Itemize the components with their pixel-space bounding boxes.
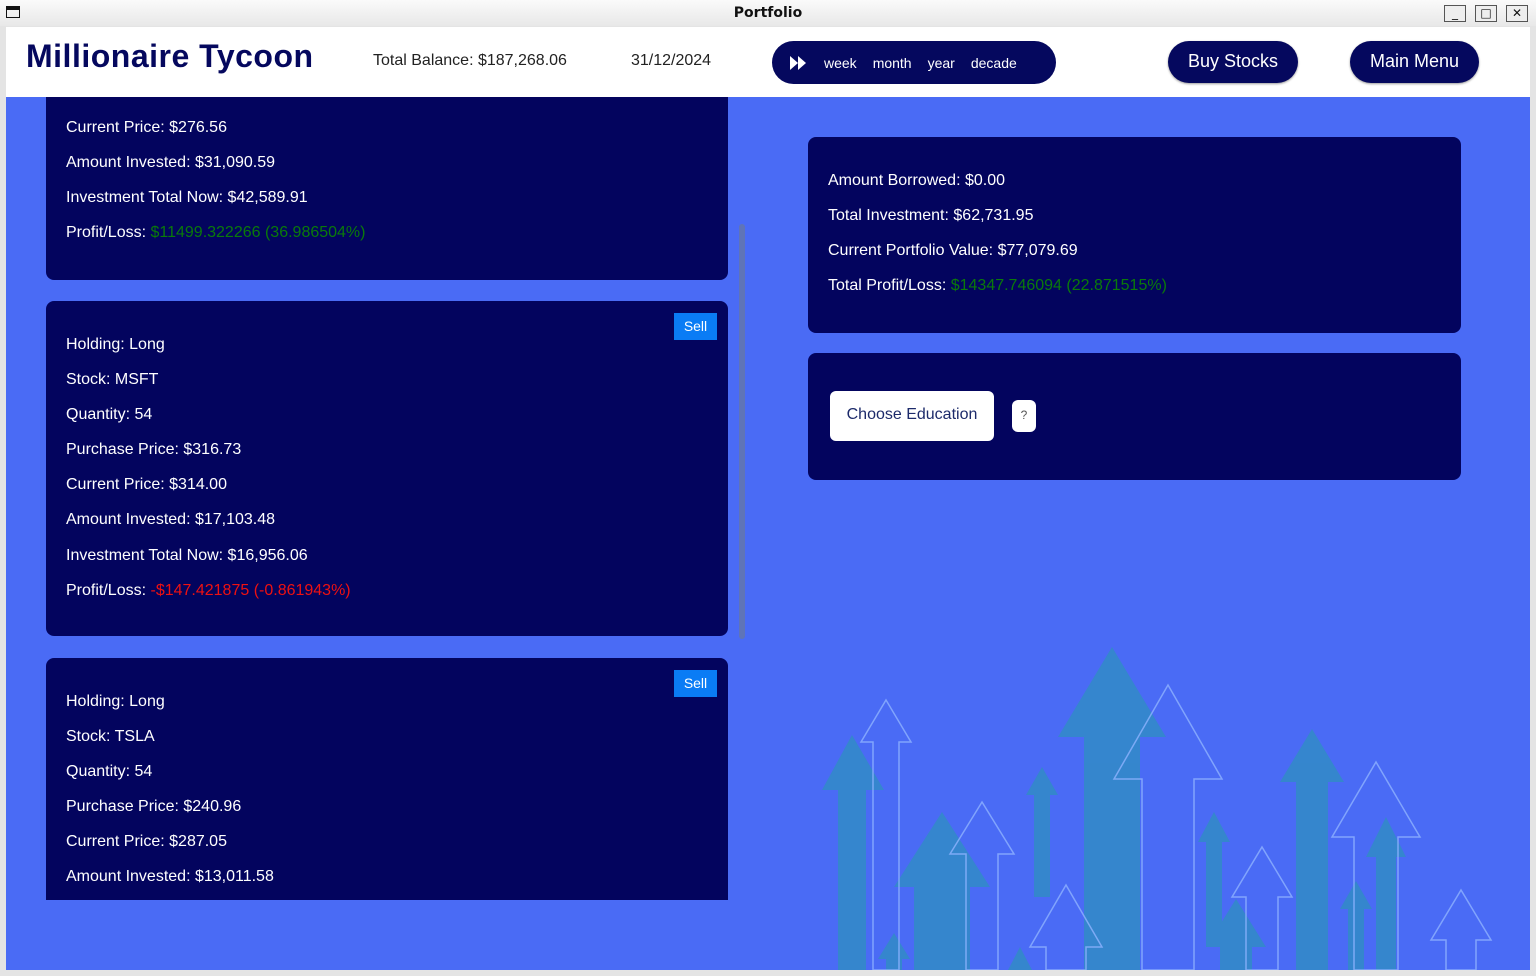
portfolio-main: Current Price: $276.56 Amount Invested: … bbox=[6, 97, 1530, 970]
total-profit-loss-value: $14347.746094 (22.871515%) bbox=[950, 277, 1167, 294]
portfolio-summary-card: Amount Borrowed: $0.00 Total Investment:… bbox=[808, 137, 1461, 333]
current-date: 31/12/2024 bbox=[631, 52, 712, 69]
sell-button[interactable]: Sell bbox=[674, 670, 717, 697]
app-header: Millionaire Tycoon Total Balance: $187,2… bbox=[6, 27, 1530, 97]
total-investment: Total Investment: $62,731.95 bbox=[828, 207, 1034, 224]
rising-arrows-illustration bbox=[822, 647, 1493, 970]
total-profit-loss-label: Total Profit/Loss: bbox=[828, 277, 951, 294]
holding-card: Current Price: $276.56 Amount Invested: … bbox=[46, 97, 728, 280]
profit-loss: Profit/Loss: $11499.322266 (36.986504%) bbox=[66, 224, 365, 242]
main-menu-button[interactable]: Main Menu bbox=[1350, 41, 1479, 83]
holding-card: Sell Holding: Long Stock: MSFT Quantity:… bbox=[46, 301, 728, 636]
current-portfolio-value: Current Portfolio Value: $77,079.69 bbox=[828, 242, 1078, 259]
holding-card: Sell Holding: Long Stock: TSLA Quantity:… bbox=[46, 658, 728, 900]
current-price: Current Price: $276.56 bbox=[66, 119, 227, 136]
amount-borrowed: Amount Borrowed: $0.00 bbox=[828, 172, 1005, 189]
investment-total-now: Investment Total Now: $16,956.06 bbox=[66, 547, 308, 564]
purchase-price: Purchase Price: $240.96 bbox=[66, 798, 242, 815]
speed-week-option[interactable]: week bbox=[824, 55, 857, 71]
profit-loss-label: Profit/Loss: bbox=[66, 582, 151, 599]
amount-invested: Amount Invested: $13,011.58 bbox=[66, 868, 274, 885]
profit-loss: Profit/Loss: -$147.421875 (-0.861943%) bbox=[66, 582, 351, 600]
amount-invested: Amount Invested: $17,103.48 bbox=[66, 511, 276, 528]
quantity: Quantity: 54 bbox=[66, 406, 153, 423]
time-speed-control: week month year decade bbox=[772, 41, 1056, 84]
fast-forward-icon[interactable] bbox=[790, 55, 808, 70]
quantity: Quantity: 54 bbox=[66, 763, 153, 780]
app-title: Millionaire Tycoon bbox=[26, 38, 314, 74]
total-balance: Total Balance: $187,268.06 bbox=[373, 52, 567, 69]
maximize-button[interactable]: □ bbox=[1475, 5, 1497, 22]
stock-symbol: Stock: TSLA bbox=[66, 728, 155, 745]
choose-education-button[interactable]: Choose Education bbox=[830, 391, 994, 441]
holding-type: Holding: Long bbox=[66, 336, 165, 353]
investment-total-now: Investment Total Now: $42,589.91 bbox=[66, 189, 308, 206]
purchase-price: Purchase Price: $316.73 bbox=[66, 441, 242, 458]
education-card: Choose Education ? bbox=[808, 353, 1461, 480]
holdings-scrollbar[interactable] bbox=[739, 224, 745, 639]
buy-stocks-button[interactable]: Buy Stocks bbox=[1168, 41, 1298, 83]
sell-button[interactable]: Sell bbox=[674, 313, 717, 340]
current-price: Current Price: $287.05 bbox=[66, 833, 227, 850]
profit-loss-label: Profit/Loss: bbox=[66, 224, 151, 241]
amount-invested: Amount Invested: $31,090.59 bbox=[66, 154, 276, 171]
current-price: Current Price: $314.00 bbox=[66, 476, 227, 493]
speed-year-option[interactable]: year bbox=[928, 55, 955, 71]
help-button[interactable]: ? bbox=[1012, 400, 1036, 432]
speed-month-option[interactable]: month bbox=[873, 55, 912, 71]
profit-loss-value: -$147.421875 (-0.861943%) bbox=[150, 582, 351, 599]
window-titlebar: Portfolio _ □ ✕ bbox=[0, 0, 1536, 27]
total-profit-loss: Total Profit/Loss: $14347.746094 (22.871… bbox=[828, 277, 1167, 295]
holding-type: Holding: Long bbox=[66, 693, 165, 710]
window-title: Portfolio bbox=[733, 5, 803, 21]
stock-symbol: Stock: MSFT bbox=[66, 371, 159, 388]
profit-loss-value: $11499.322266 (36.986504%) bbox=[150, 224, 366, 241]
close-button[interactable]: ✕ bbox=[1506, 5, 1528, 22]
speed-decade-option[interactable]: decade bbox=[971, 55, 1017, 71]
minimize-button[interactable]: _ bbox=[1444, 5, 1466, 22]
